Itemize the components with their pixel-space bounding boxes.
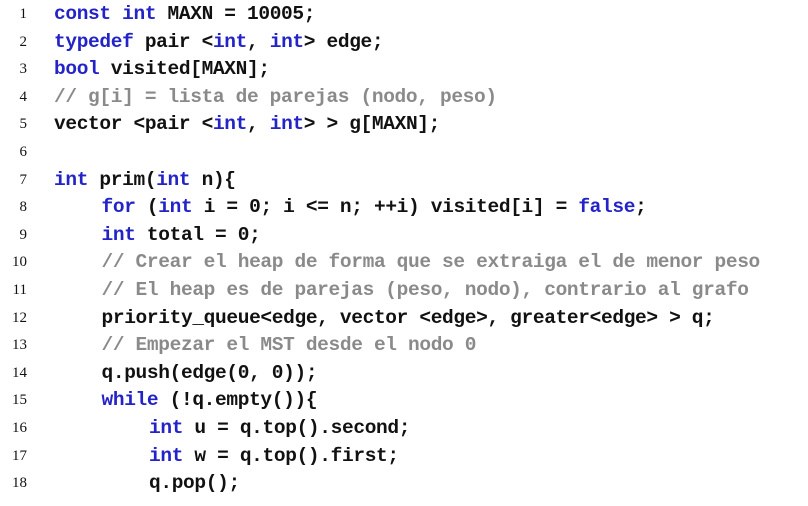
- code-token: (: [135, 196, 159, 219]
- code-token: (!q.empty()){: [158, 389, 318, 412]
- comment-token: // El heap es de parejas (peso, nodo), c…: [101, 278, 749, 301]
- comment-token: // Empezar el MST desde el nodo 0: [101, 334, 477, 357]
- code-line: 1 const int MAXN = 10005;: [0, 1, 808, 29]
- code-text: // g[i] = lista de parejas (nodo, peso): [54, 84, 497, 112]
- code-listing: 1 const int MAXN = 10005; 2 typedef pair <i…: [0, 1, 808, 498]
- code-token: MAXN = 10005;: [156, 3, 316, 25]
- line-number: 17: [12, 447, 27, 464]
- code-text: priority_queue<edge, vector <edge>, grea…: [102, 305, 715, 333]
- line-number: 13: [12, 337, 27, 354]
- code-token: > edge;: [303, 30, 384, 53]
- keyword-token: int: [212, 113, 247, 136]
- keyword-token: int: [101, 223, 136, 246]
- code-text: // Empezar el MST desde el nodo 0: [102, 332, 477, 360]
- line-number: 11: [12, 281, 27, 298]
- code-text: vector <pair <int, int> > g[MAXN];: [54, 111, 440, 139]
- keyword-token: int: [269, 30, 304, 53]
- keyword-token: for: [101, 196, 136, 219]
- code-text: // El heap es de parejas (peso, nodo), c…: [102, 277, 749, 305]
- line-number: 10: [12, 254, 27, 271]
- code-token: q.push(edge(0, 0));: [101, 361, 318, 384]
- line-number: 4: [19, 88, 28, 105]
- code-text: // Crear el heap de forma que se extraig…: [101, 249, 761, 277]
- keyword-token: int: [54, 168, 89, 191]
- keyword-token: int: [149, 416, 184, 439]
- code-token: q.pop();: [149, 472, 240, 495]
- keyword-token: int: [149, 444, 184, 467]
- code-token: pair <: [133, 30, 213, 53]
- code-line: 4 // g[i] = lista de parejas (nodo, peso): [0, 84, 808, 112]
- comment-token: // Crear el heap de forma que se extraig…: [101, 251, 761, 274]
- code-token: prim(: [88, 168, 157, 191]
- code-token: ,: [247, 30, 270, 53]
- code-line: 12 priority_queue<edge, vector <edge>, gr…: [0, 305, 808, 333]
- code-text: const int MAXN = 10005;: [54, 1, 315, 29]
- code-token: priority_queue<edge, vector <edge>, grea…: [101, 306, 715, 329]
- code-line: 2 typedef pair <int, int> edge;: [0, 29, 808, 57]
- keyword-token: const int: [54, 3, 157, 25]
- keyword-token: int: [158, 196, 193, 219]
- code-line: 17 int w = q.top().first;: [0, 443, 808, 471]
- keyword-token: typedef: [54, 30, 134, 53]
- code-token: total = 0;: [135, 223, 261, 246]
- code-line: 16 int u = q.top().second;: [0, 415, 808, 443]
- keyword-token: int: [212, 30, 247, 53]
- code-text: q.pop();: [149, 470, 240, 498]
- keyword-token: bool: [54, 58, 100, 81]
- line-number: 9: [19, 226, 28, 243]
- line-number: 1: [19, 6, 28, 22]
- code-text: for (int i = 0; i <= n; ++i) visited[i] …: [102, 194, 647, 222]
- code-line: 8 for (int i = 0; i <= n; ++i) visited[i]…: [0, 194, 808, 222]
- keyword-token: int: [156, 168, 191, 191]
- line-number: 8: [19, 199, 28, 216]
- code-text: typedef pair <int, int> edge;: [54, 29, 384, 57]
- keyword-token: false: [578, 196, 636, 219]
- code-line: 15 while (!q.empty()){: [0, 387, 808, 415]
- code-line: 3 bool visited[MAXN];: [0, 56, 808, 84]
- code-text: bool visited[MAXN];: [54, 56, 270, 84]
- comment-token: // g[i] = lista de parejas (nodo, peso): [54, 85, 497, 108]
- code-line: 5 vector <pair <int, int> > g[MAXN];: [0, 111, 808, 139]
- line-number: 18: [12, 475, 27, 492]
- code-line: 9 int total = 0;: [0, 222, 808, 250]
- line-number: 3: [19, 61, 28, 78]
- code-token: ,: [247, 113, 270, 136]
- line-number: 6: [19, 143, 28, 160]
- line-number: 14: [12, 364, 27, 381]
- code-line: 7 int prim(int n){: [0, 167, 808, 195]
- code-line: 14 q.push(edge(0, 0));: [0, 360, 808, 388]
- code-token: visited[MAXN];: [99, 58, 270, 81]
- code-line: 6: [0, 139, 808, 167]
- code-token: ;: [635, 196, 647, 219]
- code-token: > > g[MAXN];: [303, 113, 441, 136]
- code-line: 10 // Crear el heap de forma que se extra…: [0, 249, 808, 277]
- code-line: 11 // El heap es de parejas (peso, nodo),…: [0, 277, 808, 305]
- code-text: q.push(edge(0, 0));: [102, 360, 318, 388]
- code-token: vector <pair <: [54, 113, 213, 136]
- code-token: i = 0; i <= n; ++i) visited[i] =: [192, 196, 579, 219]
- keyword-token: int: [269, 113, 304, 136]
- line-number: 12: [12, 309, 27, 326]
- code-text: int w = q.top().first;: [149, 443, 399, 471]
- code-text: int u = q.top().second;: [149, 415, 410, 443]
- code-token: u = q.top().second;: [183, 416, 411, 439]
- code-line: 13 // Empezar el MST desde el nodo 0: [0, 332, 808, 360]
- line-number: 16: [12, 419, 27, 436]
- line-number: 5: [19, 116, 28, 133]
- line-number: 15: [12, 392, 27, 409]
- code-text: int prim(int n){: [54, 167, 236, 195]
- code-line: 18 q.pop();: [0, 470, 808, 498]
- code-text: while (!q.empty()){: [102, 387, 318, 415]
- code-token: w = q.top().first;: [183, 444, 399, 467]
- code-token: n){: [190, 168, 236, 191]
- line-number: 7: [19, 171, 28, 188]
- keyword-token: while: [101, 389, 159, 412]
- code-text: int total = 0;: [102, 222, 261, 250]
- line-number: 2: [19, 33, 28, 50]
